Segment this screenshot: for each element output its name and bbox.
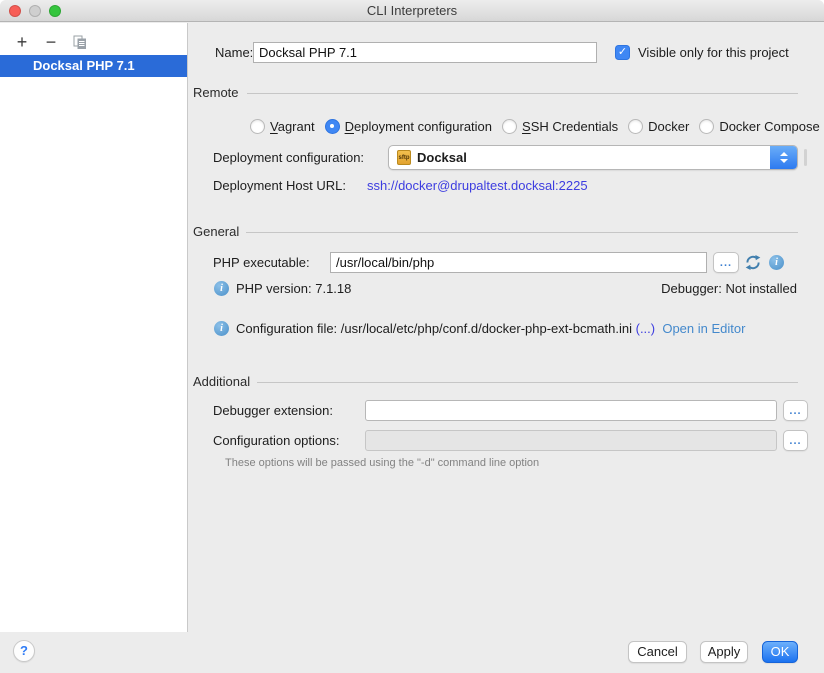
cli-interpreters-dialog: CLI Interpreters + −: [0, 0, 824, 673]
name-input[interactable]: [253, 42, 597, 63]
debugger-extension-input[interactable]: [365, 400, 777, 421]
php-version-text: PHP version: 7.1.18: [236, 281, 351, 296]
php-executable-label: PHP executable:: [213, 252, 310, 273]
info-icon: i: [214, 281, 229, 296]
titlebar: CLI Interpreters: [0, 0, 824, 22]
configuration-file-row: i Configuration file: /usr/local/etc/php…: [214, 321, 745, 336]
radio-vagrant[interactable]: Vagrant: [250, 119, 315, 134]
sftp-server-icon: sftp: [397, 150, 411, 165]
zoom-button[interactable]: [49, 5, 61, 17]
open-in-editor-link[interactable]: Open in Editor: [662, 321, 745, 336]
deployment-configuration-label: Deployment configuration:: [213, 147, 364, 168]
debugger-status: Debugger: Not installed: [661, 281, 797, 296]
remote-section-header: Remote: [193, 85, 239, 101]
visible-project-checkbox[interactable]: ✓: [615, 45, 630, 60]
selected-deployment: Docksal: [417, 150, 467, 165]
remote-type-radio-group: Vagrant Deployment configuration SSH Cre…: [250, 116, 824, 136]
deployment-configuration-select[interactable]: sftp Docksal: [388, 145, 798, 170]
radio-circle-selected: [325, 119, 340, 134]
general-section-header: General: [193, 224, 239, 240]
dropdown-stepper: [770, 146, 797, 169]
configuration-options-label: Configuration options:: [213, 430, 339, 451]
add-interpreter-button[interactable]: +: [11, 32, 33, 52]
interpreter-list-panel: + − Docksal PHP 7.1: [0, 23, 188, 632]
reload-phpinfo-button[interactable]: [744, 254, 762, 271]
sidebar-item-docksal-php[interactable]: Docksal PHP 7.1: [0, 55, 187, 77]
list-toolbar: + −: [11, 32, 91, 52]
dropdown-trailing-divider: [804, 149, 807, 166]
configuration-file-more-link[interactable]: (...): [636, 321, 656, 336]
radio-ssh-credentials[interactable]: SSH Credentials: [502, 119, 618, 134]
debugger-extension-browse-button[interactable]: ...: [783, 400, 808, 421]
minimize-button: [29, 5, 41, 17]
help-button[interactable]: ?: [13, 640, 35, 662]
configuration-options-browse-button[interactable]: ...: [783, 430, 808, 451]
interpreter-name: Docksal PHP 7.1: [33, 58, 135, 73]
general-section-divider: [246, 232, 798, 233]
deployment-host-url-link[interactable]: ssh://docker@drupaltest.docksal:2225: [367, 177, 588, 195]
php-version-row: i PHP version: 7.1.18: [214, 281, 351, 296]
name-label: Name:: [215, 42, 253, 63]
radio-circle: [502, 119, 517, 134]
chevron-down-icon: [780, 159, 788, 163]
additional-section-divider: [257, 382, 798, 383]
window-title: CLI Interpreters: [0, 0, 824, 21]
visible-project-label[interactable]: Visible only for this project: [638, 42, 789, 63]
configuration-options-hint: These options will be passed using the "…: [225, 457, 539, 469]
radio-circle: [628, 119, 643, 134]
chevron-up-icon: [780, 152, 788, 156]
radio-deployment-configuration[interactable]: Deployment configuration: [325, 119, 492, 134]
copy-icon: [72, 34, 88, 50]
cancel-button[interactable]: Cancel: [628, 641, 687, 663]
radio-circle: [699, 119, 714, 134]
remove-interpreter-button[interactable]: −: [40, 32, 62, 52]
php-executable-input[interactable]: [330, 252, 707, 273]
deployment-host-url-label: Deployment Host URL:: [213, 177, 346, 195]
traffic-lights: [9, 5, 61, 17]
configuration-file-text: Configuration file: /usr/local/etc/php/c…: [236, 321, 632, 336]
radio-docker[interactable]: Docker: [628, 119, 689, 134]
debugger-extension-label: Debugger extension:: [213, 400, 333, 421]
ok-button[interactable]: OK: [762, 641, 798, 663]
php-executable-browse-button[interactable]: ...: [713, 252, 739, 273]
php-exec-info-icon: i: [769, 255, 784, 270]
copy-interpreter-button[interactable]: [69, 32, 91, 52]
remote-section-divider: [247, 93, 798, 94]
radio-circle: [250, 119, 265, 134]
radio-docker-compose[interactable]: Docker Compose: [699, 119, 819, 134]
configuration-options-input: [365, 430, 777, 451]
apply-button[interactable]: Apply: [700, 641, 748, 663]
info-icon: i: [214, 321, 229, 336]
sync-icon: [744, 254, 762, 271]
close-button[interactable]: [9, 5, 21, 17]
additional-section-header: Additional: [193, 374, 250, 390]
